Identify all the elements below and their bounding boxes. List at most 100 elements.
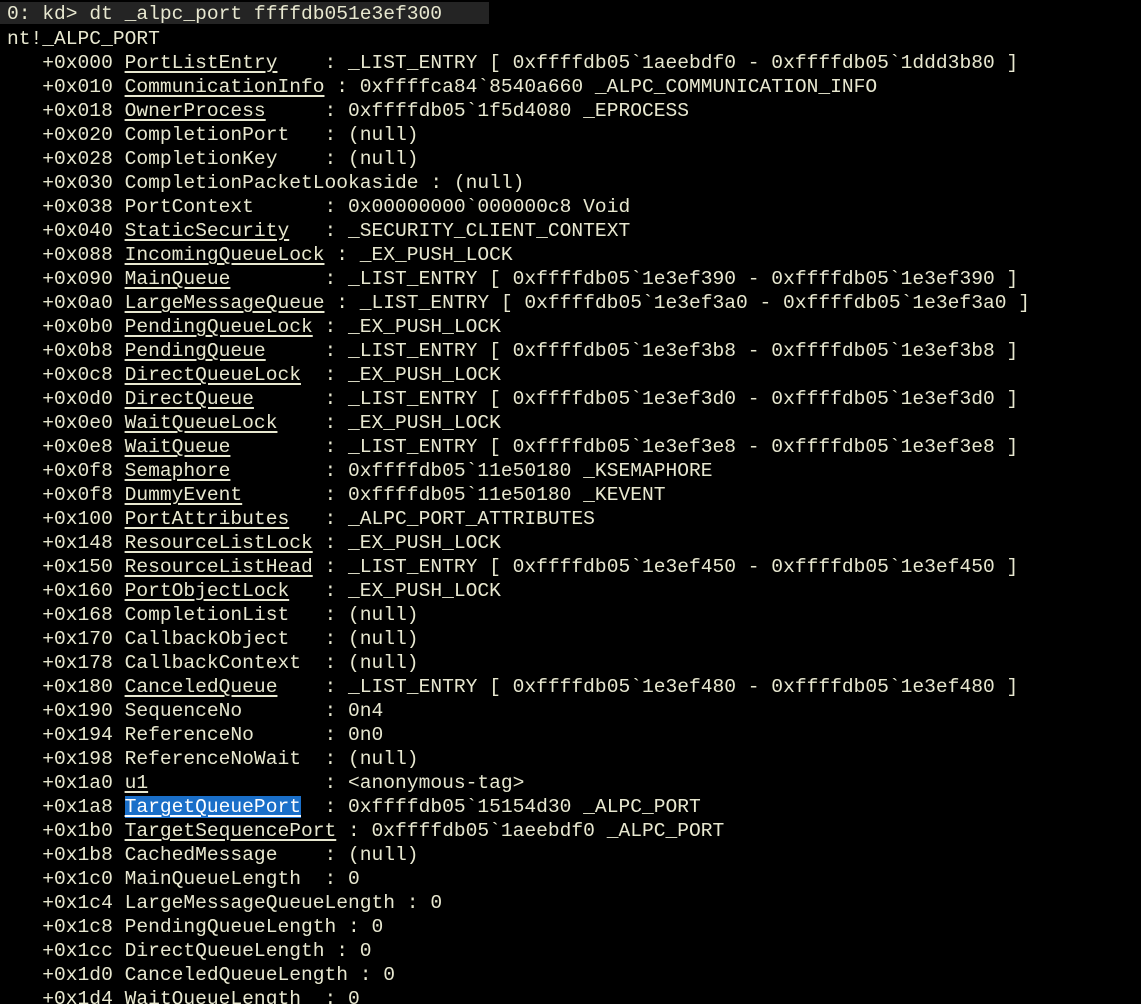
field-name-link[interactable]: TargetSequencePort <box>125 820 337 842</box>
field-row: +0x1c8 PendingQueueLength : 0 <box>7 915 383 939</box>
field-name: PendingQueueLength <box>124 916 337 938</box>
field-offset: +0x168 <box>7 604 125 626</box>
field-offset: +0x040 <box>7 220 125 242</box>
field-row: +0x0a0 LargeMessageQueue : _LIST_ENTRY [… <box>7 291 1030 315</box>
field-separator: : <box>324 940 360 962</box>
field-name-link[interactable]: CommunicationInfo <box>125 76 325 98</box>
field-value: 0 <box>348 988 360 1004</box>
field-separator: : <box>253 196 349 218</box>
field-value: _LIST_ENTRY [ 0xffffdb05`1e3ef390 - 0xff… <box>348 268 1019 290</box>
field-value: _LIST_ENTRY [ 0xffffdb05`1e3ef3b8 - 0xff… <box>348 340 1019 362</box>
field-offset: +0x160 <box>7 580 125 602</box>
field-value: (null) <box>348 148 419 170</box>
debugger-console[interactable]: 0: kd> dt _alpc_port ffffdb051e3ef300 nt… <box>0 0 1141 1004</box>
field-name-link[interactable]: DirectQueueLock <box>125 364 301 386</box>
field-value: _EX_PUSH_LOCK <box>348 412 501 434</box>
field-value: _EX_PUSH_LOCK <box>348 532 501 554</box>
command-line[interactable]: 0: kd> dt _alpc_port ffffdb051e3ef300 <box>7 2 442 26</box>
field-value: _LIST_ENTRY [ 0xffffdb05`1e3ef480 - 0xff… <box>348 676 1019 698</box>
field-row: +0x180 CanceledQueue : _LIST_ENTRY [ 0xf… <box>7 675 1018 699</box>
field-name-link[interactable]: PortListEntry <box>125 52 278 74</box>
field-name-link[interactable]: MainQueue <box>125 268 231 290</box>
field-row: +0x198 ReferenceNoWait : (null) <box>7 747 419 771</box>
field-name-link[interactable]: ResourceListHead <box>125 556 313 578</box>
field-name-link[interactable]: TargetQueuePort <box>124 796 301 818</box>
field-value: _LIST_ENTRY [ 0xffffdb05`1e3ef450 - 0xff… <box>348 556 1019 578</box>
field-separator: : <box>300 748 349 770</box>
field-value: (null) <box>348 628 419 650</box>
field-separator: : <box>148 772 349 794</box>
field-row: +0x190 SequenceNo : 0n4 <box>7 699 383 723</box>
field-name: CompletionList <box>124 604 290 626</box>
field-row: +0x1d4 WaitQueueLength : 0 <box>7 987 360 1004</box>
field-name: LargeMessageQueueLength <box>124 892 396 914</box>
field-separator: : <box>265 100 349 122</box>
command-prompt: 0: kd> <box>7 3 78 25</box>
field-value: _SECURITY_CLIENT_CONTEXT <box>348 220 631 242</box>
field-separator: : <box>324 244 360 266</box>
field-offset: +0x1c0 <box>7 868 125 890</box>
field-offset: +0x148 <box>7 532 125 554</box>
field-offset: +0x0f8 <box>7 484 125 506</box>
field-name-link[interactable]: Semaphore <box>125 460 231 482</box>
field-value: (null) <box>348 124 419 146</box>
field-row: +0x040 StaticSecurity : _SECURITY_CLIENT… <box>7 219 630 243</box>
field-offset: +0x150 <box>7 556 125 578</box>
field-offset: +0x1c4 <box>7 892 125 914</box>
field-value: 0 <box>383 964 396 986</box>
field-name-link[interactable]: StaticSecurity <box>125 220 290 242</box>
field-separator: : <box>289 604 349 626</box>
field-offset: +0x0c8 <box>7 364 125 386</box>
field-separator: : <box>253 724 349 746</box>
field-separator: : <box>289 124 349 146</box>
field-offset: +0x0b8 <box>7 340 125 362</box>
field-name-link[interactable]: DirectQueue <box>125 388 254 410</box>
field-value: 0 <box>348 868 360 890</box>
field-offset: +0x0d0 <box>7 388 125 410</box>
field-offset: +0x0f8 <box>7 460 125 482</box>
field-name-link[interactable]: u1 <box>125 772 149 794</box>
field-offset: +0x030 <box>7 172 125 194</box>
field-name-link[interactable]: WaitQueue <box>125 436 231 458</box>
field-name-link[interactable]: PendingQueueLock <box>125 316 313 338</box>
field-offset: +0x1a0 <box>7 772 125 794</box>
field-name-link[interactable]: ResourceListLock <box>125 532 313 554</box>
field-row: +0x148 ResourceListLock : _EX_PUSH_LOCK <box>7 531 501 555</box>
field-separator: : <box>300 988 349 1004</box>
field-value: (null) <box>348 748 419 770</box>
field-offset: +0x018 <box>7 100 125 122</box>
field-value: (null) <box>348 652 419 674</box>
field-offset: +0x198 <box>7 748 125 770</box>
field-offset: +0x010 <box>7 76 125 98</box>
field-row: +0x170 CallbackObject : (null) <box>7 627 419 651</box>
field-value: _EX_PUSH_LOCK <box>348 580 501 602</box>
field-value: 0xffffdb05`11e50180 _KEVENT <box>348 484 666 506</box>
field-row: +0x0b8 PendingQueue : _LIST_ENTRY [ 0xff… <box>7 339 1018 363</box>
field-value: 0x00000000`000000c8 Void <box>348 196 631 218</box>
field-name-link[interactable]: PortAttributes <box>125 508 290 530</box>
field-name: PortContext <box>124 196 254 218</box>
field-name-link[interactable]: IncomingQueueLock <box>125 244 325 266</box>
field-name: WaitQueueLength <box>124 988 301 1004</box>
field-row: +0x090 MainQueue : _LIST_ENTRY [ 0xffffd… <box>7 267 1018 291</box>
field-offset: +0x090 <box>7 268 125 290</box>
field-name-link[interactable]: PortObjectLock <box>125 580 290 602</box>
field-value: 0xffffdb05`11e50180 _KSEMAPHORE <box>348 460 713 482</box>
field-name-link[interactable]: OwnerProcess <box>125 100 266 122</box>
field-name-link[interactable]: PendingQueue <box>125 340 266 362</box>
field-offset: +0x0b0 <box>7 316 125 338</box>
field-row: +0x168 CompletionList : (null) <box>7 603 418 627</box>
field-value: 0xffffdb05`1aeebdf0 _ALPC_PORT <box>371 820 725 842</box>
field-value: 0xffffca84`8540a660 _ALPC_COMMUNICATION_… <box>359 76 878 98</box>
field-offset: +0x0e8 <box>7 436 125 458</box>
field-name-link[interactable]: DummyEvent <box>125 484 243 506</box>
field-name-link[interactable]: CanceledQueue <box>125 676 278 698</box>
field-row: +0x194 ReferenceNo : 0n0 <box>7 723 383 747</box>
field-value: _LIST_ENTRY [ 0xffffdb05`1e3ef3d0 - 0xff… <box>348 388 1019 410</box>
field-separator: : <box>312 316 349 338</box>
field-separator: : <box>395 892 431 914</box>
field-name-link[interactable]: LargeMessageQueue <box>125 292 325 314</box>
field-offset: +0x000 <box>7 52 125 74</box>
field-name: ReferenceNoWait <box>124 748 301 770</box>
field-name-link[interactable]: WaitQueueLock <box>125 412 278 434</box>
